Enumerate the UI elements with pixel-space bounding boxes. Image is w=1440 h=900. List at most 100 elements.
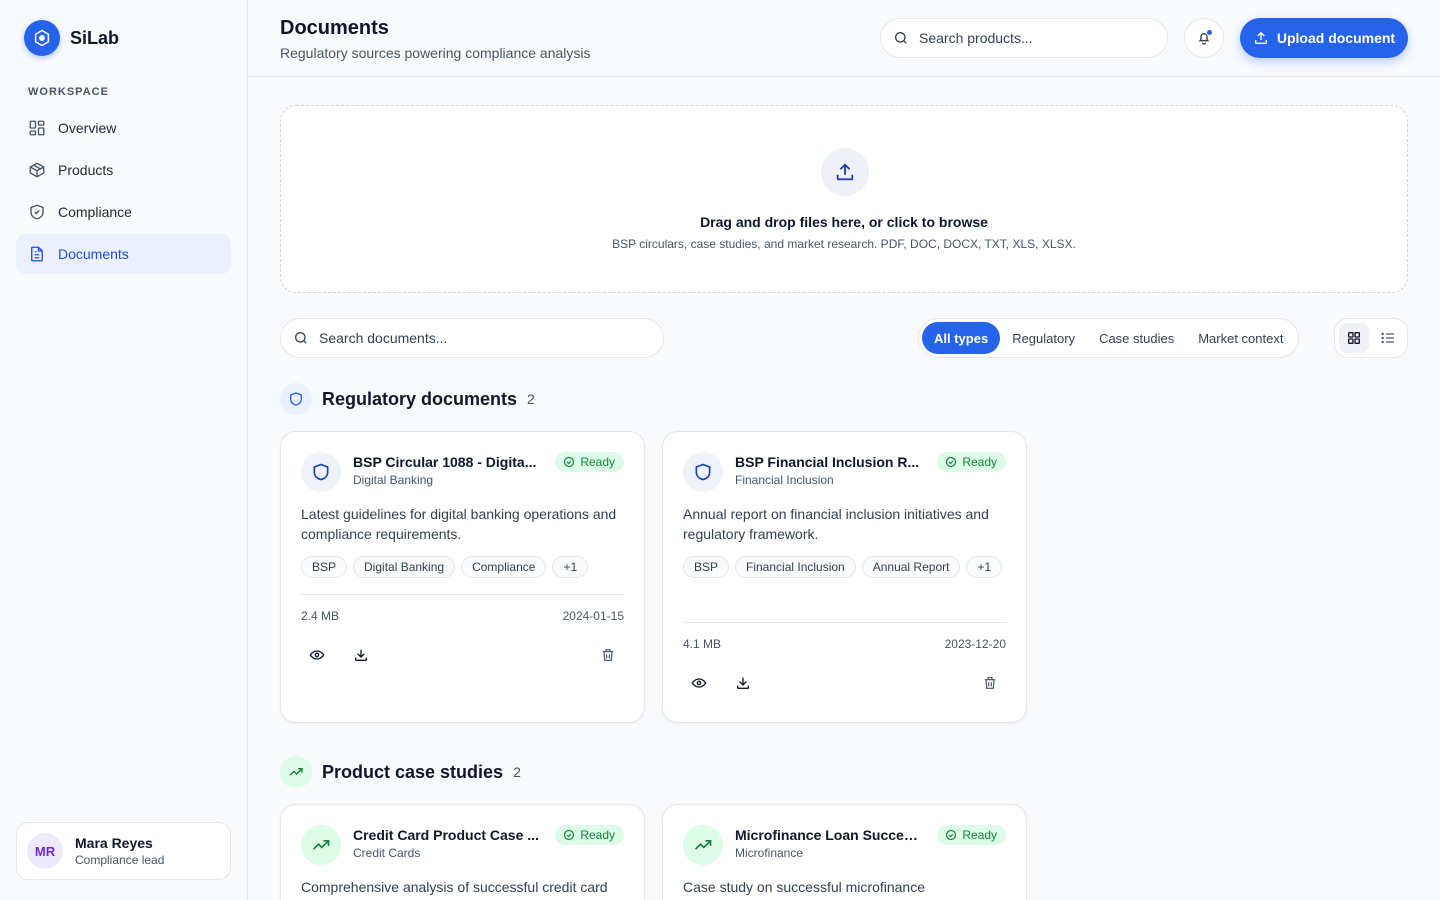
dropzone-subtitle: BSP circulars, case studies, and market … <box>612 237 1076 251</box>
shield-icon <box>280 383 312 415</box>
download-icon <box>735 675 751 691</box>
check-circle-icon <box>563 456 575 468</box>
status-text: Ready <box>962 455 997 469</box>
sidebar-item-label: Products <box>58 162 114 178</box>
tag: Digital Banking <box>353 556 456 578</box>
tag: Compliance <box>461 556 547 578</box>
box-icon <box>28 161 46 179</box>
product-search-input[interactable] <box>919 30 1149 46</box>
tag-more: +1 <box>552 556 589 578</box>
document-card[interactable]: BSP Financial Inclusion R... Financial I… <box>662 431 1027 723</box>
list-view-button[interactable] <box>1373 323 1403 353</box>
document-title[interactable]: Microfinance Loan Succes... <box>735 827 921 843</box>
grid-icon <box>1346 330 1362 346</box>
trending-up-icon <box>301 825 341 865</box>
view-toggle <box>1334 318 1408 358</box>
search-icon <box>293 330 309 346</box>
eye-icon <box>309 647 325 663</box>
filter-all-types[interactable]: All types <box>922 322 1001 354</box>
document-description: Annual report on financial inclusion ini… <box>683 506 989 542</box>
notification-dot <box>1206 29 1213 36</box>
upload-document-button[interactable]: Upload document <box>1240 18 1408 58</box>
card-footer: 2.4 MB 2024-01-15 <box>301 594 624 623</box>
sidebar-item-documents[interactable]: Documents <box>16 234 231 274</box>
filter-regulatory[interactable]: Regulatory <box>1000 322 1087 354</box>
user-card[interactable]: MR Mara Reyes Compliance lead <box>16 822 231 880</box>
page-header: Documents Regulatory sources powering co… <box>248 0 1440 77</box>
delete-button[interactable] <box>592 639 624 671</box>
sidebar-item-products[interactable]: Products <box>16 150 231 190</box>
document-description: Comprehensive analysis of successful cre… <box>301 879 608 895</box>
trending-up-icon <box>280 756 312 788</box>
status-badge: Ready <box>937 452 1006 472</box>
document-card[interactable]: Credit Card Product Case ... Credit Card… <box>280 804 645 900</box>
card-footer: 4.1 MB 2023-12-20 <box>683 622 1006 651</box>
document-title[interactable]: BSP Circular 1088 - Digita... <box>353 454 539 470</box>
document-category: Financial Inclusion <box>735 473 834 487</box>
document-title[interactable]: BSP Financial Inclusion R... <box>735 454 921 470</box>
upload-icon <box>1253 30 1269 46</box>
page-subtitle: Regulatory sources powering compliance a… <box>280 45 591 61</box>
tag-more: +1 <box>966 556 1003 578</box>
sidebar-item-label: Compliance <box>58 204 132 220</box>
status-text: Ready <box>962 828 997 842</box>
brand[interactable]: SiLab <box>24 20 119 56</box>
search-icon <box>893 30 909 46</box>
document-description: Latest guidelines for digital banking op… <box>301 506 617 542</box>
tag-list: BSP Financial Inclusion Annual Report +1 <box>683 556 1008 578</box>
tag: Annual Report <box>861 556 961 578</box>
file-size: 4.1 MB <box>683 637 722 651</box>
grid-view-button[interactable] <box>1339 323 1369 353</box>
section-count: 2 <box>527 391 535 407</box>
brand-name: SiLab <box>70 27 120 48</box>
trending-up-icon <box>683 825 723 865</box>
tag: BSP <box>301 556 348 578</box>
document-search[interactable] <box>280 318 664 358</box>
check-circle-icon <box>945 456 957 468</box>
document-card[interactable]: Microfinance Loan Succes... Microfinance… <box>662 804 1027 900</box>
status-badge: Ready <box>937 825 1006 845</box>
file-dropzone[interactable]: Drag and drop files here, or click to br… <box>280 105 1408 293</box>
status-text: Ready <box>580 828 615 842</box>
document-category: Microfinance <box>735 846 804 860</box>
avatar: MR <box>27 833 63 869</box>
download-button[interactable] <box>727 667 759 699</box>
notifications-button[interactable] <box>1184 18 1224 58</box>
workspace-label: WORKSPACE <box>28 86 109 98</box>
upload-document-label: Upload document <box>1276 30 1396 46</box>
hexagon-logo-icon <box>24 20 60 56</box>
view-button[interactable] <box>301 639 333 671</box>
delete-button[interactable] <box>974 667 1006 699</box>
file-text-icon <box>28 245 46 263</box>
shield-check-icon <box>28 203 46 221</box>
section-title: Regulatory documents <box>322 388 518 409</box>
page-title: Documents <box>280 17 389 39</box>
upload-date: 2024-01-15 <box>562 609 624 623</box>
file-size: 2.4 MB <box>301 609 340 623</box>
download-button[interactable] <box>345 639 377 671</box>
filter-market-context[interactable]: Market context <box>1186 322 1295 354</box>
shield-icon <box>301 452 341 492</box>
section-count: 2 <box>513 764 521 780</box>
document-card[interactable]: BSP Circular 1088 - Digita... Digital Ba… <box>280 431 645 723</box>
user-role: Compliance lead <box>75 853 165 867</box>
dropzone-title: Drag and drop files here, or click to br… <box>700 214 988 230</box>
document-search-input[interactable] <box>319 330 639 346</box>
check-circle-icon <box>563 829 575 841</box>
trash-icon <box>982 675 998 691</box>
sidebar-item-compliance[interactable]: Compliance <box>16 192 231 232</box>
view-button[interactable] <box>683 667 715 699</box>
document-title[interactable]: Credit Card Product Case ... <box>353 827 539 843</box>
check-circle-icon <box>945 829 957 841</box>
filter-case-studies[interactable]: Case studies <box>1087 322 1186 354</box>
status-text: Ready <box>580 455 615 469</box>
status-badge: Ready <box>555 452 624 472</box>
product-search[interactable] <box>880 18 1168 58</box>
document-category: Digital Banking <box>353 473 434 487</box>
card-actions <box>683 667 1006 699</box>
type-filter-group: All types Regulatory Case studies Market… <box>918 318 1300 358</box>
card-actions <box>301 639 624 671</box>
sidebar-item-overview[interactable]: Overview <box>16 108 231 148</box>
upload-date: 2023-12-20 <box>944 637 1006 651</box>
tag: BSP <box>683 556 730 578</box>
